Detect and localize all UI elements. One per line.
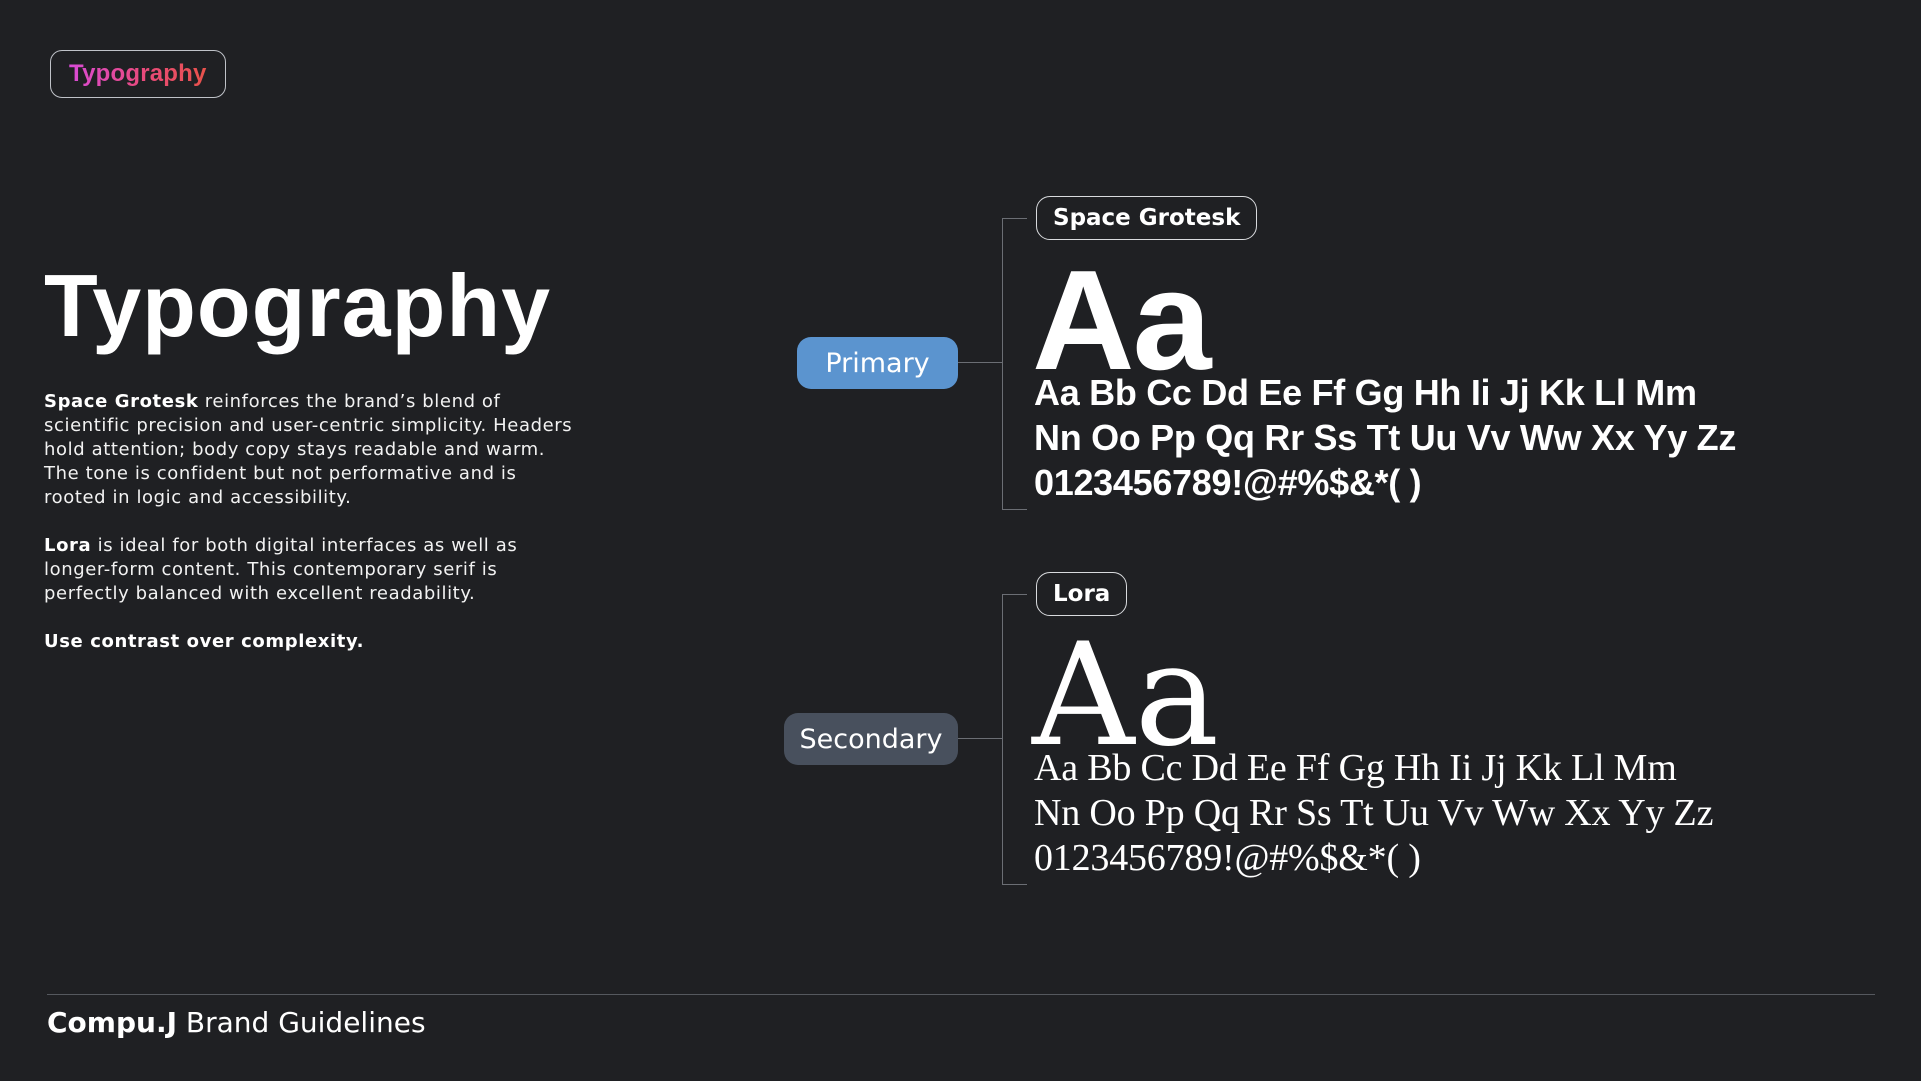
secondary-glyph-line: Nn Oo Pp Qq Rr Ss Tt Uu Vv Ww Xx Yy Zz: [1034, 792, 1714, 834]
secondary-font-name-label: Lora: [1036, 572, 1128, 616]
section-tag-label: Typography: [69, 60, 207, 87]
description-text-2: is ideal for both digital interfaces as …: [44, 535, 518, 604]
footer: Compu.J Brand Guidelines: [47, 1006, 426, 1039]
footer-brand: Compu.J: [47, 1006, 177, 1039]
primary-connector-line: [958, 362, 1002, 363]
description-font-secondary: Lora: [44, 535, 92, 556]
description-paragraph-1: Space Grotesk reinforces the brand’s ble…: [44, 390, 579, 510]
secondary-role-badge: Secondary: [784, 713, 958, 765]
description-paragraph-2: Lora is ideal for both digital interface…: [44, 534, 579, 606]
secondary-glyph-line: 0123456789!@#%$&*( ): [1034, 837, 1421, 879]
primary-bracket: [1002, 218, 1027, 510]
primary-glyph-line: Aa Bb Cc Dd Ee Ff Gg Hh Ii Jj Kk Ll Mm: [1034, 372, 1697, 413]
footer-text: Brand Guidelines: [177, 1006, 426, 1039]
description-paragraph-3: Use contrast over complexity.: [44, 630, 579, 654]
primary-glyph-line: 0123456789!@#%$&*( ): [1034, 462, 1422, 503]
footer-divider: [47, 994, 1875, 995]
primary-font-name-label: Space Grotesk: [1036, 196, 1258, 240]
secondary-bracket: [1002, 594, 1027, 885]
primary-glyph-line: Nn Oo Pp Qq Rr Ss Tt Uu Vv Ww Xx Yy Zz: [1034, 417, 1737, 458]
primary-glyph-set: Aa Bb Cc Dd Ee Ff Gg Hh Ii Jj Kk Ll Mm N…: [1034, 370, 1736, 505]
description-tagline: Use contrast over complexity.: [44, 631, 365, 652]
primary-role-badge: Primary: [797, 337, 958, 389]
secondary-glyph-set: Aa Bb Cc Dd Ee Ff Gg Hh Ii Jj Kk Ll Mm N…: [1034, 746, 1713, 881]
description-font-primary: Space Grotesk: [44, 391, 199, 412]
secondary-glyph-line: Aa Bb Cc Dd Ee Ff Gg Hh Ii Jj Kk Ll Mm: [1034, 747, 1677, 789]
page-title: Typography: [44, 256, 552, 355]
description-copy: Space Grotesk reinforces the brand’s ble…: [44, 390, 579, 678]
section-tag: Typography: [50, 50, 226, 98]
secondary-connector-line: [958, 738, 1002, 739]
